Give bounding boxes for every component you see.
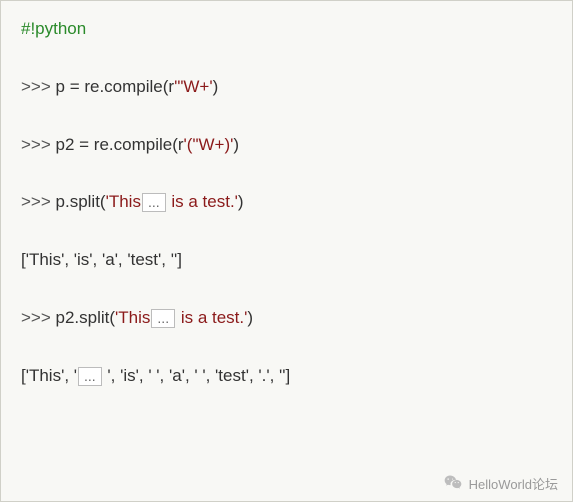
code-text: ) (238, 192, 244, 211)
code-line: >>> p2 = re.compile(r'("W+)') (21, 133, 552, 157)
code-line: >>> p.split('This... is a test.') (21, 190, 552, 214)
code-line: >>> p2.split('This... is a test.') (21, 306, 552, 330)
output-text: ['This', ' (21, 366, 77, 385)
wechat-icon (443, 473, 463, 493)
output-text: ['This', 'is', 'a', 'test', ''] (21, 250, 182, 269)
code-line: #!python (21, 17, 552, 41)
output-line: ['This', '... ', 'is', ' ', 'a', ' ', 't… (21, 364, 552, 388)
shebang-line: #!python (21, 19, 86, 38)
code-block: #!python >>> p = re.compile(r'"W+') >>> … (1, 1, 572, 404)
code-text: p = re.compile(r (56, 77, 175, 96)
code-text: ) (233, 135, 239, 154)
repl-prompt: >>> (21, 77, 56, 96)
watermark: HelloWorld论坛 (443, 473, 558, 493)
watermark-text: HelloWorld论坛 (469, 474, 558, 493)
output-line: ['This', 'is', 'a', 'test', ''] (21, 248, 552, 272)
ellipsis-icon: ... (142, 193, 166, 212)
repl-prompt: >>> (21, 308, 56, 327)
code-text: p.split( (56, 192, 106, 211)
code-text: ) (247, 308, 253, 327)
string-literal: '"W+' (174, 77, 213, 96)
string-literal: 'This (115, 308, 150, 327)
output-text: ', 'is', ' ', 'a', ' ', 'test', '.', ''] (103, 366, 291, 385)
repl-prompt: >>> (21, 192, 56, 211)
code-text: p2 = re.compile(r (56, 135, 184, 154)
code-line: >>> p = re.compile(r'"W+') (21, 75, 552, 99)
string-literal: '("W+)' (184, 135, 234, 154)
repl-prompt: >>> (21, 135, 56, 154)
string-literal: is a test.' (176, 308, 247, 327)
ellipsis-icon: ... (151, 309, 175, 328)
string-literal: is a test.' (167, 192, 238, 211)
string-literal: 'This (106, 192, 141, 211)
code-text: p2.split( (56, 308, 116, 327)
code-text: ) (213, 77, 219, 96)
ellipsis-icon: ... (78, 367, 102, 386)
